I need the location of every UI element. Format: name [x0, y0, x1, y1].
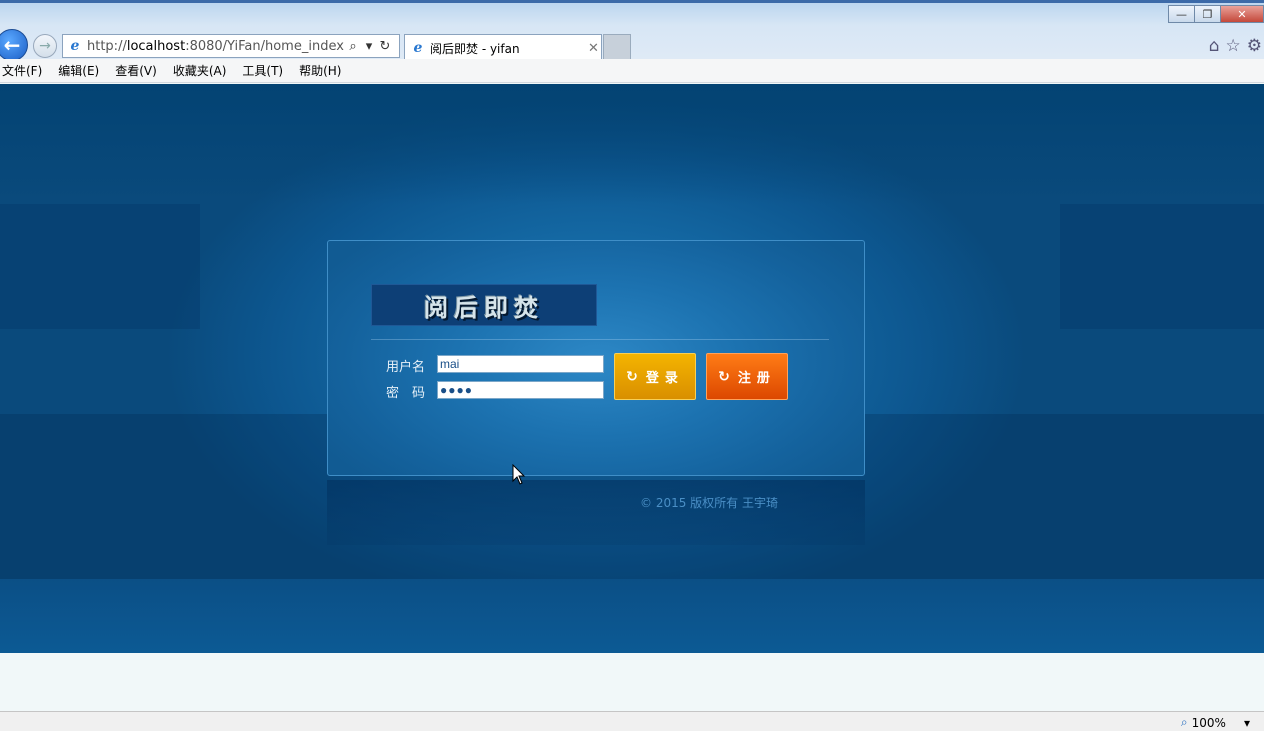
- copyright-text: © 2015 版权所有 王宇琦: [640, 496, 778, 510]
- url-text[interactable]: http://localhost:8080/YiFan/home_index.a…: [87, 39, 345, 54]
- tab-close-icon[interactable]: ✕: [588, 41, 599, 56]
- browser-tab[interactable]: e 阅后即焚 - yifan ✕: [404, 34, 602, 61]
- zoom-control[interactable]: ⌕ 100% ▾: [1181, 715, 1250, 730]
- window-controls: — ❐ ✕: [1168, 5, 1264, 23]
- tab-ie-icon: e: [413, 40, 423, 56]
- panel-divider: [371, 339, 829, 340]
- zoom-dropdown-icon[interactable]: ▾: [1244, 716, 1250, 730]
- register-button[interactable]: ↻ 注册: [706, 353, 788, 400]
- menu-tools[interactable]: 工具(T): [240, 62, 291, 79]
- search-icon[interactable]: ⌕: [345, 39, 361, 54]
- page-background: 阅后即焚 用户名 mai 密 码 ●●●● ↻ 登录 ↻ 注册 © 2015 版…: [0, 84, 1264, 653]
- register-arrow-icon: ↻: [718, 368, 730, 385]
- register-button-label: 注册: [737, 371, 776, 386]
- address-bar[interactable]: e http://localhost:8080/YiFan/home_index…: [62, 34, 400, 58]
- dropdown-chevron-icon[interactable]: ▾: [361, 39, 377, 54]
- background-block-left: [0, 204, 200, 329]
- logo-text: 阅后即焚: [424, 292, 544, 322]
- background-band-bottom: [0, 579, 1264, 653]
- password-label: 密 码: [386, 386, 426, 401]
- back-arrow-icon[interactable]: ←: [0, 29, 28, 61]
- ie-page-icon: e: [70, 38, 80, 54]
- tab-title: 阅后即焚 - yifan: [430, 41, 520, 56]
- site-logo: 阅后即焚: [371, 284, 597, 326]
- gear-icon[interactable]: ⚙: [1247, 36, 1262, 56]
- mouse-cursor-icon: [512, 464, 526, 485]
- login-arrow-icon: ↻: [626, 368, 638, 385]
- status-bar: ⌕ 100% ▾: [0, 711, 1264, 731]
- password-input[interactable]: ●●●●: [437, 381, 604, 399]
- background-block-right: [1060, 204, 1264, 329]
- forward-arrow-icon[interactable]: →: [33, 34, 57, 58]
- close-window-icon[interactable]: ✕: [1220, 5, 1264, 23]
- menu-help[interactable]: 帮助(H): [297, 62, 349, 79]
- footer-area: © 2015 版权所有 王宇琦: [327, 480, 865, 545]
- login-button[interactable]: ↻ 登录: [614, 353, 696, 400]
- username-input[interactable]: mai: [437, 355, 604, 373]
- menu-file[interactable]: 文件(F): [0, 62, 50, 79]
- menu-view[interactable]: 查看(V): [113, 62, 165, 79]
- restore-icon[interactable]: ❐: [1194, 5, 1221, 23]
- toolbar-icons: ⌂ ☆ ⚙: [1209, 36, 1262, 56]
- username-label: 用户名: [386, 360, 426, 375]
- menu-favorites[interactable]: 收藏夹(A): [171, 62, 235, 79]
- browser-titlebar: — ❐ ✕ ← → e http://localhost:8080/YiFan/…: [0, 0, 1264, 61]
- minimize-icon[interactable]: —: [1168, 5, 1195, 23]
- zoom-magnifier-icon: ⌕: [1180, 715, 1188, 729]
- background-band-top: [0, 84, 1264, 204]
- login-button-label: 登录: [645, 371, 684, 386]
- login-panel: 阅后即焚 用户名 mai 密 码 ●●●● ↻ 登录 ↻ 注册: [327, 240, 865, 476]
- zoom-level: 100%: [1191, 715, 1226, 730]
- new-tab-button[interactable]: [603, 34, 631, 60]
- home-icon[interactable]: ⌂: [1209, 36, 1220, 56]
- menu-edit[interactable]: 编辑(E): [56, 62, 107, 79]
- refresh-icon[interactable]: ↻: [377, 39, 393, 54]
- menu-bar: 文件(F) 编辑(E) 查看(V) 收藏夹(A) 工具(T) 帮助(H): [0, 59, 1264, 83]
- favorites-star-icon[interactable]: ☆: [1226, 36, 1241, 56]
